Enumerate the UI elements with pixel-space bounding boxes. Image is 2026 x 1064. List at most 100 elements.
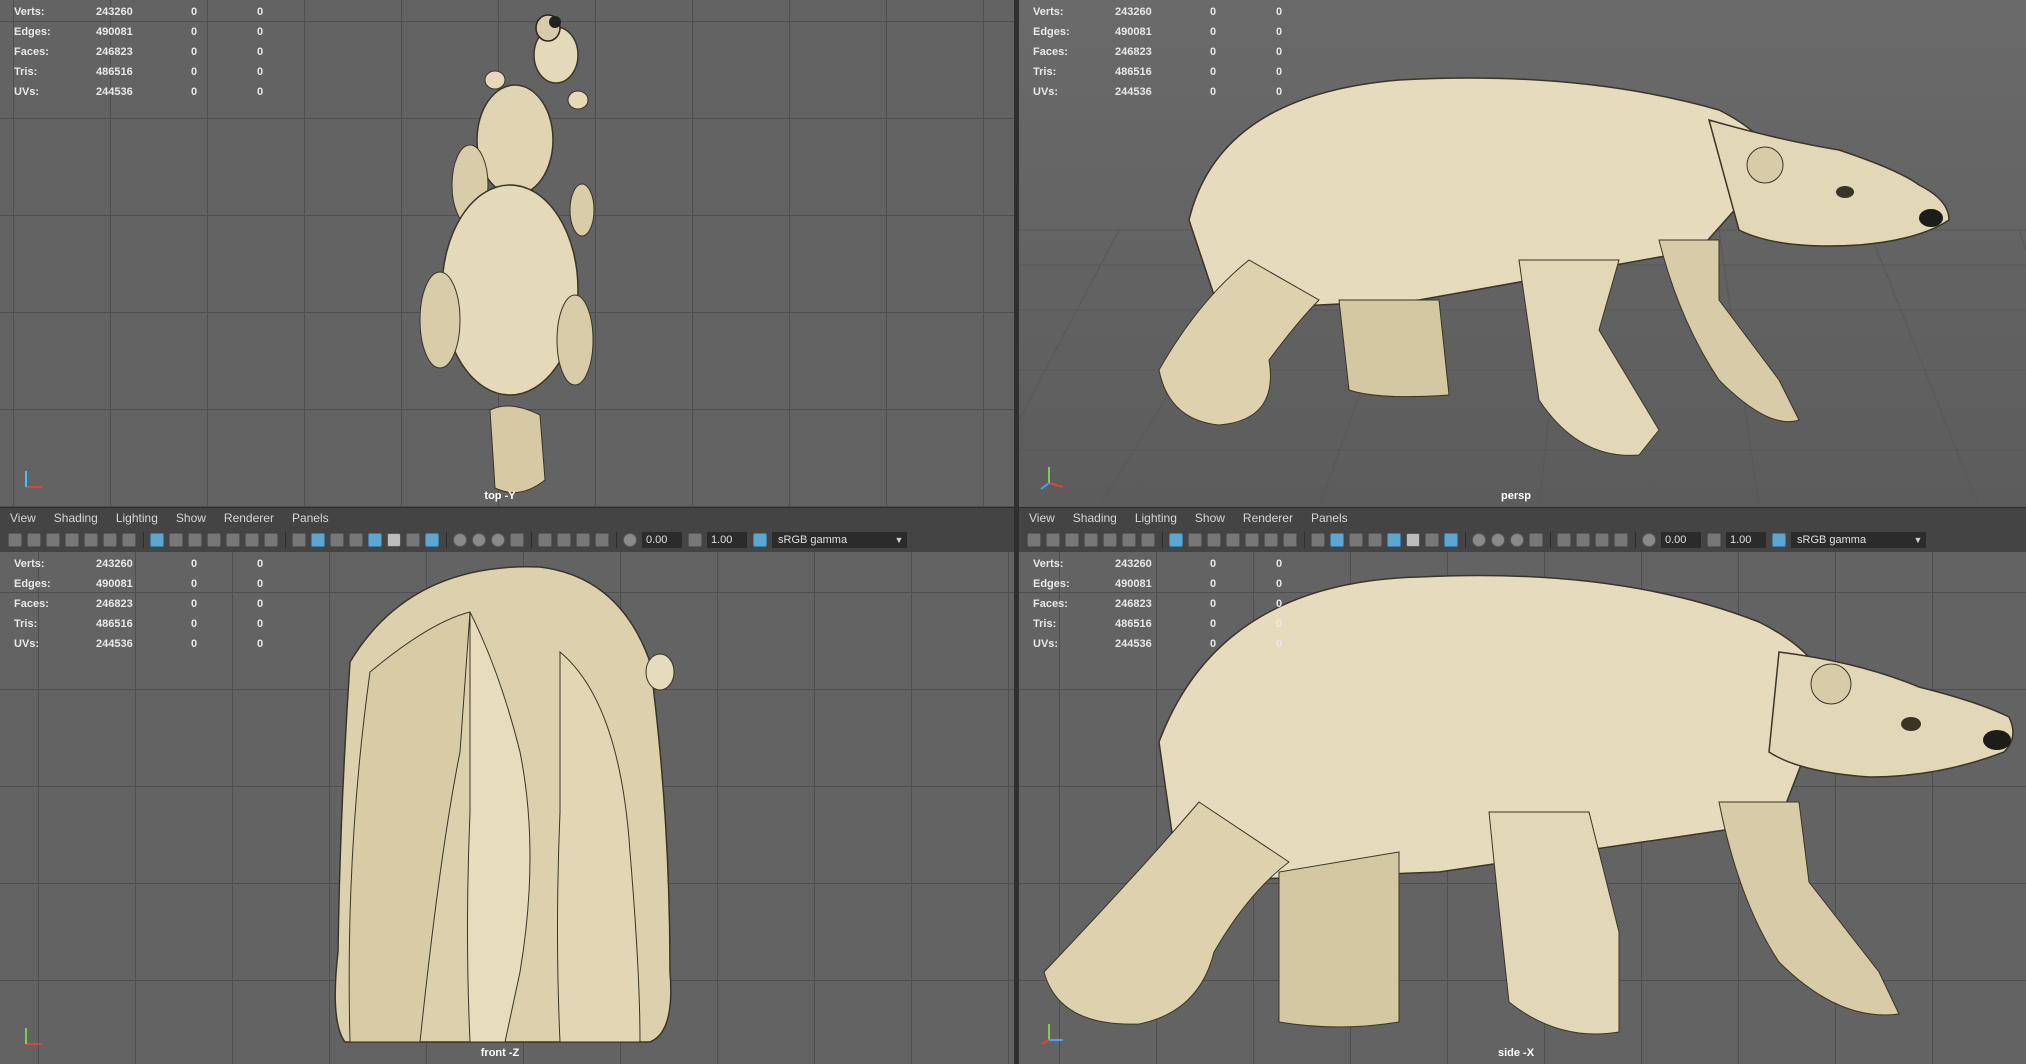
- camera-select-icon[interactable]: [8, 533, 22, 547]
- smooth-shade-icon[interactable]: [1330, 533, 1344, 547]
- ambient-occlusion-icon[interactable]: [425, 533, 439, 547]
- menu-panels[interactable]: Panels: [292, 511, 329, 525]
- gate-mask-icon[interactable]: [207, 533, 221, 547]
- xray-active-icon[interactable]: [1576, 533, 1590, 547]
- axis-gizmo: [25, 471, 42, 488]
- camera-lock-icon[interactable]: [1046, 533, 1060, 547]
- safe-title-icon[interactable]: [264, 533, 278, 547]
- motion-blur-icon[interactable]: [453, 533, 467, 547]
- heads-up-stats: Verts: 243260 0 0 Edges: 490081 0 0 Faces: 2468…: [14, 558, 264, 650]
- menu-shading[interactable]: Shading: [1073, 511, 1117, 525]
- textured-icon[interactable]: [1387, 533, 1401, 547]
- motion-blur-icon[interactable]: [1472, 533, 1486, 547]
- image-plane-icon[interactable]: [1103, 533, 1117, 547]
- xray-active-icon[interactable]: [557, 533, 571, 547]
- color-management-icon[interactable]: [753, 533, 767, 547]
- film-gate-icon[interactable]: [169, 533, 183, 547]
- safe-title-icon[interactable]: [1283, 533, 1297, 547]
- view-transform-dropdown[interactable]: sRGB gamma ▼: [772, 532, 907, 548]
- wireframe-on-shaded-icon[interactable]: [349, 533, 363, 547]
- color-management-icon[interactable]: [1772, 533, 1786, 547]
- viewport-top[interactable]: Verts: 243260 0 0 Edges: 490081 0 0 Faces: 2468…: [0, 0, 1014, 507]
- image-plane-icon[interactable]: [84, 533, 98, 547]
- grease-pencil-icon[interactable]: [1141, 533, 1155, 547]
- menu-lighting[interactable]: Lighting: [116, 511, 158, 525]
- view-transform-value: sRGB gamma: [1797, 534, 1867, 546]
- menu-view[interactable]: View: [10, 511, 36, 525]
- wireframe-icon[interactable]: [1311, 533, 1325, 547]
- backface-culling-icon[interactable]: [1614, 533, 1628, 547]
- grease-pencil-icon[interactable]: [122, 533, 136, 547]
- gamma-icon[interactable]: [688, 533, 702, 547]
- xray-icon[interactable]: [538, 533, 552, 547]
- backface-culling-icon[interactable]: [595, 533, 609, 547]
- exposure-field[interactable]: 0.00: [1661, 532, 1701, 548]
- shadows-icon[interactable]: [1425, 533, 1439, 547]
- bookmark-icon[interactable]: [1084, 533, 1098, 547]
- use-all-lights-icon[interactable]: [387, 533, 401, 547]
- depth-of-field-icon[interactable]: [491, 533, 505, 547]
- grid-toggle-icon[interactable]: [150, 533, 164, 547]
- depth-of-field-icon[interactable]: [1510, 533, 1524, 547]
- camera-select-icon[interactable]: [1027, 533, 1041, 547]
- ambient-occlusion-icon[interactable]: [1444, 533, 1458, 547]
- smooth-shade-icon[interactable]: [311, 533, 325, 547]
- resolution-gate-icon[interactable]: [188, 533, 202, 547]
- film-gate-icon[interactable]: [1188, 533, 1202, 547]
- camera-label-persp: persp: [1501, 490, 1531, 502]
- xray-joints-icon[interactable]: [576, 533, 590, 547]
- wireframe-icon[interactable]: [292, 533, 306, 547]
- camera-label-front: front -Z: [480, 1047, 520, 1059]
- menu-show[interactable]: Show: [176, 511, 206, 525]
- gate-mask-icon[interactable]: [1226, 533, 1240, 547]
- view-transform-dropdown[interactable]: sRGB gamma ▼: [1791, 532, 1926, 548]
- viewport-persp[interactable]: Verts: 243260 0 0 Edges: 490081 0 0 Faces: 2468…: [1019, 0, 2026, 507]
- menu-renderer[interactable]: Renderer: [224, 511, 274, 525]
- default-material-icon[interactable]: [330, 533, 344, 547]
- menu-renderer[interactable]: Renderer: [1243, 511, 1293, 525]
- textured-icon[interactable]: [368, 533, 382, 547]
- isolate-select-icon[interactable]: [1529, 533, 1543, 547]
- anti-aliasing-icon[interactable]: [1491, 533, 1505, 547]
- field-chart-icon[interactable]: [1245, 533, 1259, 547]
- menu-shading[interactable]: Shading: [54, 511, 98, 525]
- exposure-icon[interactable]: [1642, 533, 1656, 547]
- heads-up-stats: Verts: 243260 0 0 Edges: 490081 0 0 Faces: 2468…: [1033, 558, 1283, 650]
- bookmark-icon[interactable]: [65, 533, 79, 547]
- exposure-field[interactable]: 0.00: [642, 532, 682, 548]
- xray-joints-icon[interactable]: [1595, 533, 1609, 547]
- panel-toolbar-right: View Shading Lighting Show Renderer Pane…: [1019, 507, 2026, 553]
- separator: [1465, 532, 1466, 548]
- pane-divider[interactable]: [1014, 0, 1019, 1064]
- viewport-front[interactable]: Verts: 243260 0 0 Edges: 490081 0 0 Faces: 2468…: [0, 552, 1014, 1064]
- camera-attributes-icon[interactable]: [46, 533, 60, 547]
- menu-view[interactable]: View: [1029, 511, 1055, 525]
- axis-gizmo: [1040, 467, 1064, 490]
- bear-model-top[interactable]: [0, 0, 1014, 507]
- exposure-icon[interactable]: [623, 533, 637, 547]
- safe-action-icon[interactable]: [1264, 533, 1278, 547]
- safe-action-icon[interactable]: [245, 533, 259, 547]
- isolate-select-icon[interactable]: [510, 533, 524, 547]
- viewport-side[interactable]: Verts: 243260 0 0 Edges: 490081 0 0 Faces: 2468…: [1019, 552, 2026, 1064]
- gamma-field[interactable]: 1.00: [1726, 532, 1766, 548]
- two-d-pan-zoom-icon[interactable]: [103, 533, 117, 547]
- two-d-pan-zoom-icon[interactable]: [1122, 533, 1136, 547]
- shadows-icon[interactable]: [406, 533, 420, 547]
- anti-aliasing-icon[interactable]: [472, 533, 486, 547]
- menu-lighting[interactable]: Lighting: [1135, 511, 1177, 525]
- grid-toggle-icon[interactable]: [1169, 533, 1183, 547]
- camera-lock-icon[interactable]: [27, 533, 41, 547]
- resolution-gate-icon[interactable]: [1207, 533, 1221, 547]
- xray-icon[interactable]: [1557, 533, 1571, 547]
- wireframe-on-shaded-icon[interactable]: [1368, 533, 1382, 547]
- separator: [1635, 532, 1636, 548]
- field-chart-icon[interactable]: [226, 533, 240, 547]
- menu-panels[interactable]: Panels: [1311, 511, 1348, 525]
- camera-attributes-icon[interactable]: [1065, 533, 1079, 547]
- use-all-lights-icon[interactable]: [1406, 533, 1420, 547]
- default-material-icon[interactable]: [1349, 533, 1363, 547]
- gamma-icon[interactable]: [1707, 533, 1721, 547]
- gamma-field[interactable]: 1.00: [707, 532, 747, 548]
- menu-show[interactable]: Show: [1195, 511, 1225, 525]
